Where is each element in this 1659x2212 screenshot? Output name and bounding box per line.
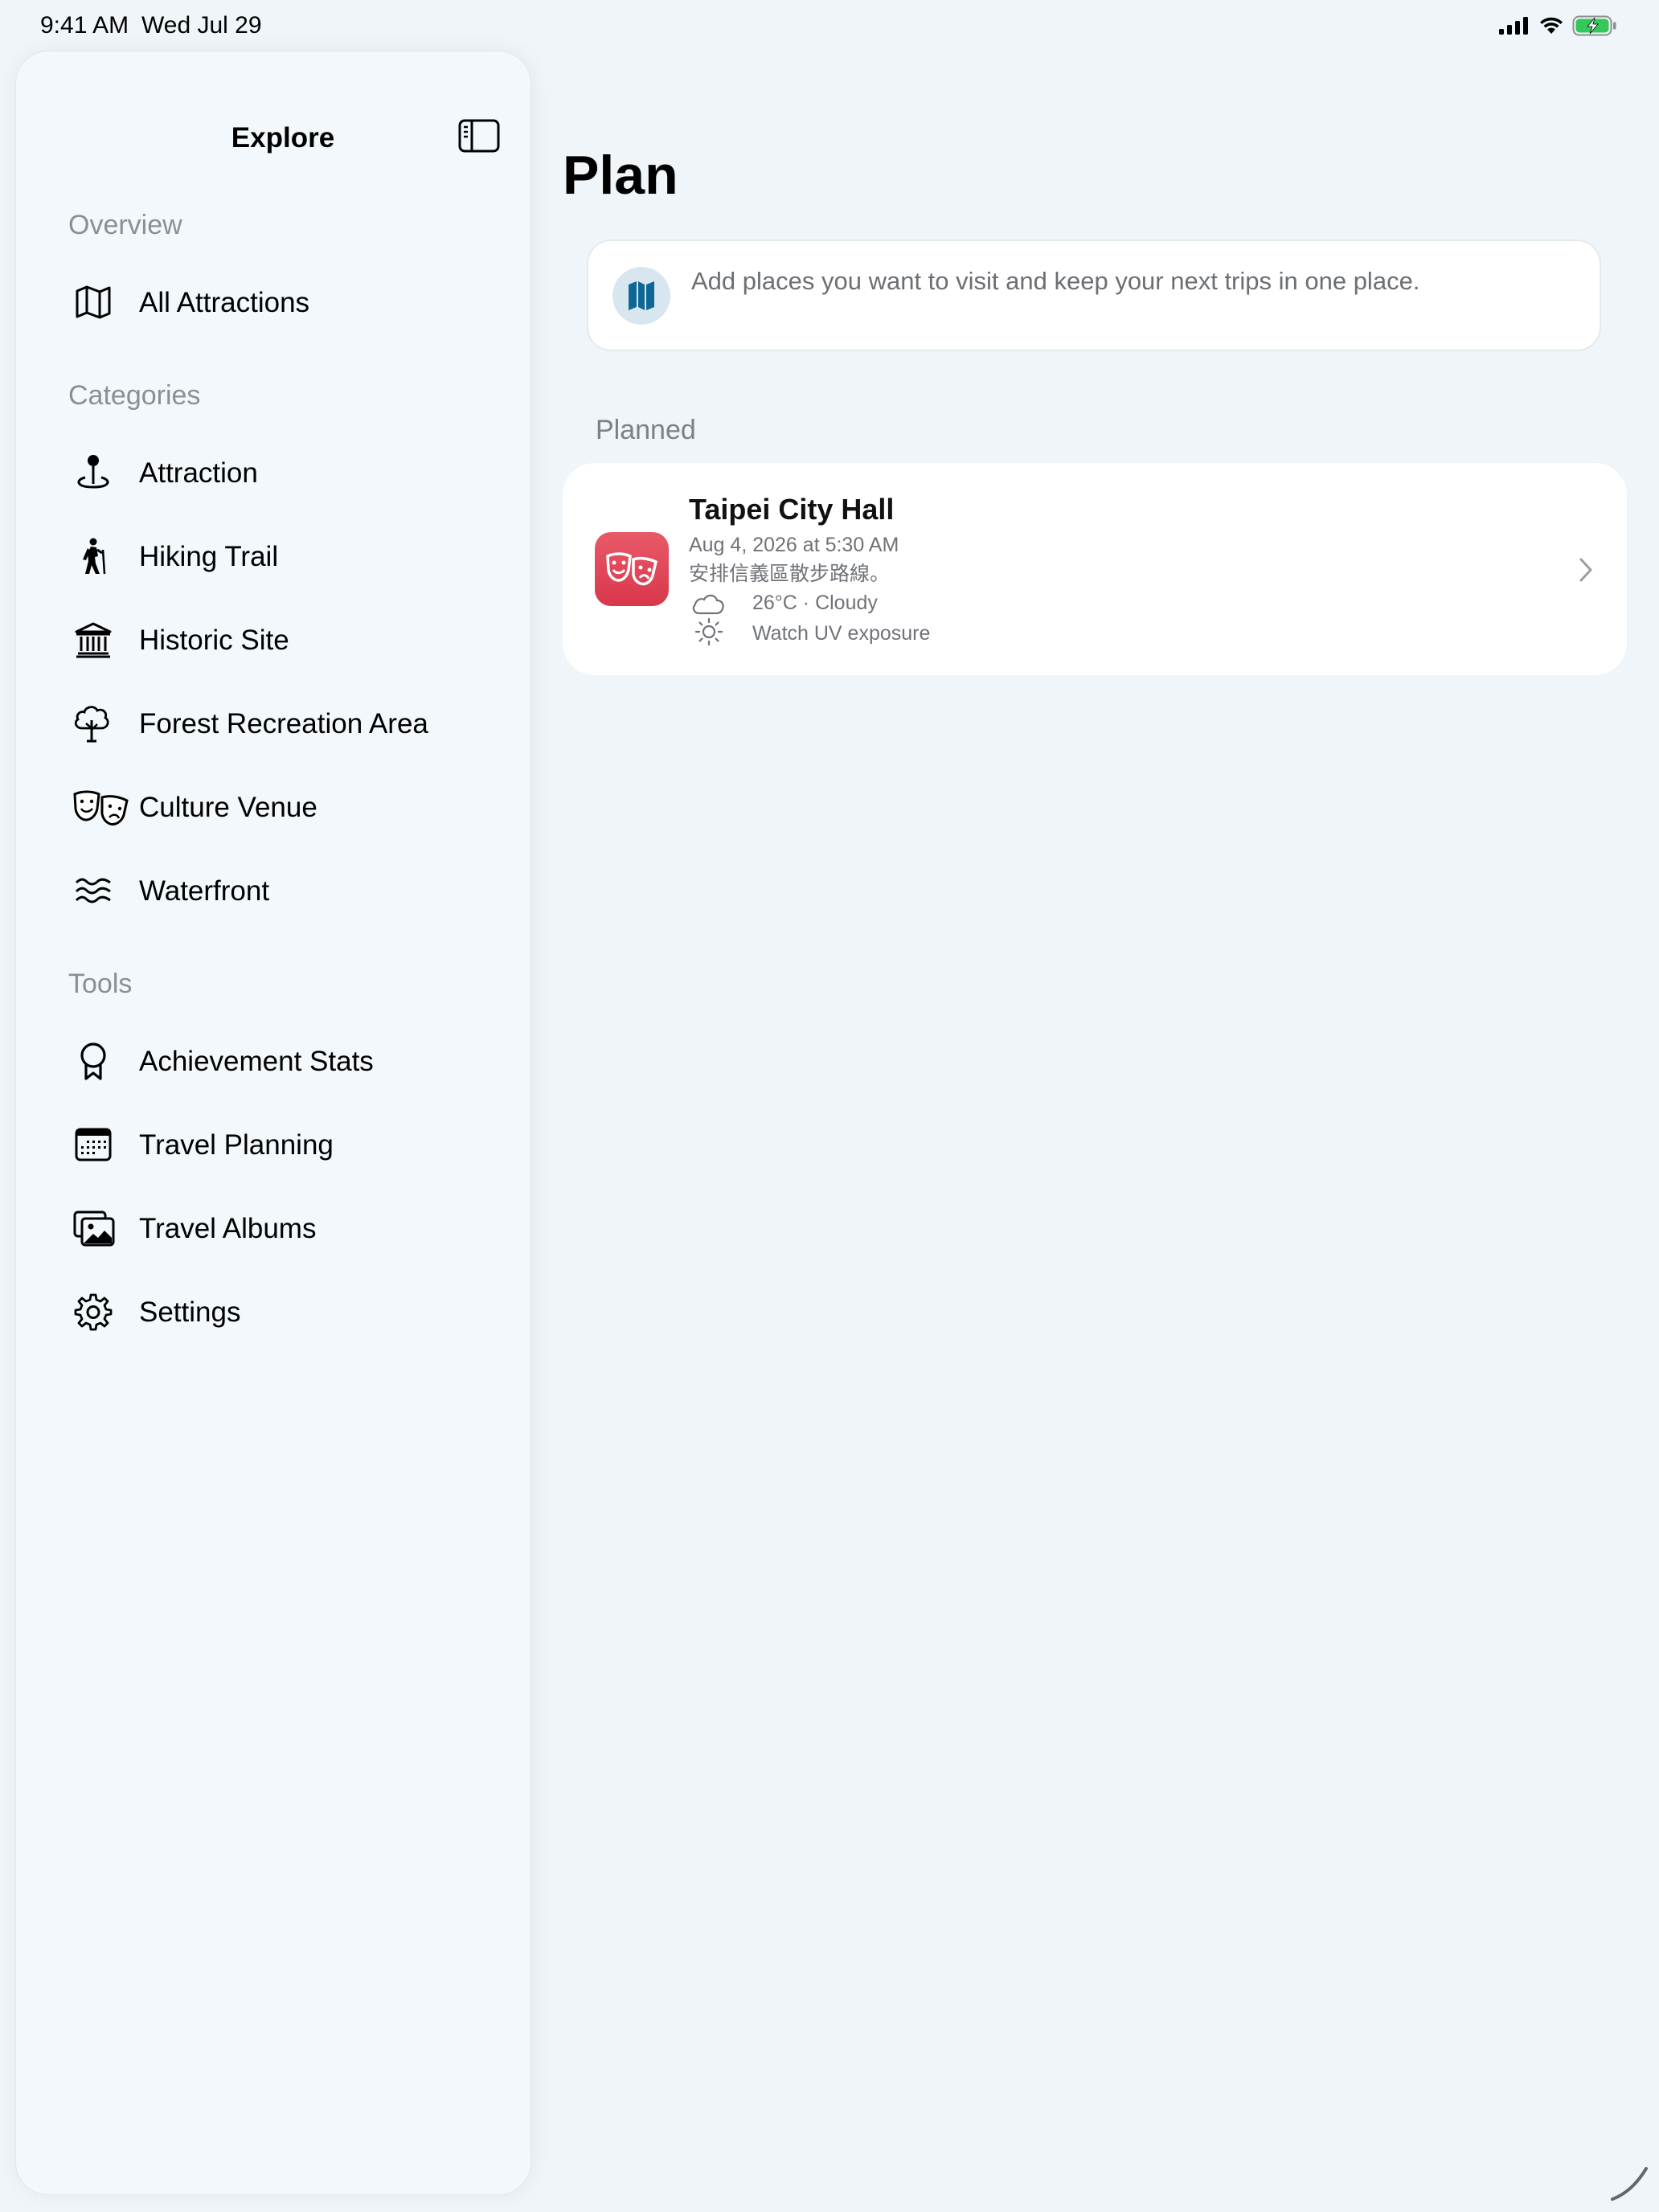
- sidebar-item-label: Historic Site: [139, 625, 289, 656]
- trip-uv-note: Watch UV exposure: [752, 622, 931, 645]
- battery-charging-icon: [1572, 15, 1616, 36]
- cellular-icon: [1499, 17, 1528, 35]
- sidebar-toggle-button[interactable]: [458, 119, 500, 153]
- theater-masks-icon: [73, 790, 129, 825]
- sidebar-item-label: Culture Venue: [139, 792, 317, 823]
- sidebar-item-label: Travel Planning: [139, 1129, 334, 1161]
- section-header-tools: Tools: [68, 969, 133, 999]
- section-header-overview: Overview: [68, 210, 182, 240]
- status-date: Wed Jul 29: [141, 12, 262, 39]
- sidebar-item-label: Attraction: [139, 457, 258, 489]
- sidebar-item-label: Waterfront: [139, 875, 270, 907]
- sidebar-item-forest-recreation-area[interactable]: Forest Recreation Area: [32, 691, 514, 756]
- sidebar-item-label: Hiking Trail: [139, 541, 279, 572]
- wifi-icon: [1540, 17, 1563, 34]
- map-icon: [629, 281, 654, 310]
- section-header-planned: Planned: [596, 415, 696, 445]
- sidebar-item-achievement-stats[interactable]: Achievement Stats: [32, 1029, 514, 1093]
- sidebar-item-waterfront[interactable]: Waterfront: [32, 858, 514, 923]
- sidebar-item-travel-planning[interactable]: Travel Planning: [32, 1112, 514, 1177]
- hiker-icon: [83, 538, 106, 575]
- status-icons: [1498, 11, 1617, 40]
- page-title: Plan: [563, 145, 678, 206]
- sidebar-item-hiking-trail[interactable]: Hiking Trail: [32, 524, 514, 588]
- sidebar-item-label: Settings: [139, 1296, 241, 1328]
- sidebar-item-label: Forest Recreation Area: [139, 708, 428, 739]
- chevron-right-icon: [1579, 558, 1592, 582]
- theater-masks-icon: [606, 552, 658, 586]
- sidebar-item-label: Achievement Stats: [139, 1046, 374, 1077]
- sidebar: Explore Overview All Attractions Categor…: [16, 51, 530, 2194]
- sidebar-item-culture-venue[interactable]: Culture Venue: [32, 775, 514, 839]
- trip-date: Aug 4, 2026 at 5:30 AM: [689, 534, 899, 556]
- sidebar-item-travel-albums[interactable]: Travel Albums: [32, 1196, 514, 1260]
- sidebar-item-historic-site[interactable]: Historic Site: [32, 608, 514, 672]
- photos-icon: [73, 1210, 115, 1247]
- pencil-hover-icon: [1611, 2167, 1648, 2201]
- trip-title: Taipei City Hall: [689, 493, 895, 526]
- status-time: 9:41 AM: [40, 12, 129, 39]
- planned-trip-row[interactable]: Taipei City Hall Aug 4, 2026 at 5:30 AM …: [563, 463, 1627, 675]
- map-icon: [76, 285, 111, 319]
- trip-weather: 26°C · Cloudy: [752, 592, 878, 614]
- cloud-icon: [692, 594, 724, 615]
- sidebar-toggle-icon: [458, 119, 500, 153]
- ribbon-award-icon: [80, 1043, 106, 1080]
- sun-icon: [694, 617, 723, 646]
- trip-note: 安排信義區散步路線。: [689, 563, 891, 585]
- water-waves-icon: [75, 878, 111, 903]
- sidebar-item-attraction[interactable]: Attraction: [32, 440, 514, 505]
- sidebar-item-settings[interactable]: Settings: [32, 1280, 514, 1344]
- status-bar: 9:41 AM Wed Jul 29: [0, 0, 1659, 48]
- sidebar-item-all-attractions[interactable]: All Attractions: [32, 270, 514, 334]
- info-icon-badge: [612, 267, 670, 325]
- map-pin-icon: [77, 455, 109, 489]
- section-header-categories: Categories: [68, 380, 201, 411]
- tree-icon: [74, 706, 109, 743]
- sidebar-item-label: Travel Albums: [139, 1213, 317, 1244]
- sidebar-item-label: All Attractions: [139, 287, 310, 318]
- calendar-icon: [75, 1128, 112, 1161]
- trip-category-badge: [595, 532, 669, 606]
- gear-icon: [74, 1293, 113, 1331]
- building-columns-icon: [75, 622, 112, 658]
- info-text: Add places you want to visit and keep yo…: [691, 267, 1420, 295]
- info-card: Add places you want to visit and keep yo…: [588, 241, 1600, 350]
